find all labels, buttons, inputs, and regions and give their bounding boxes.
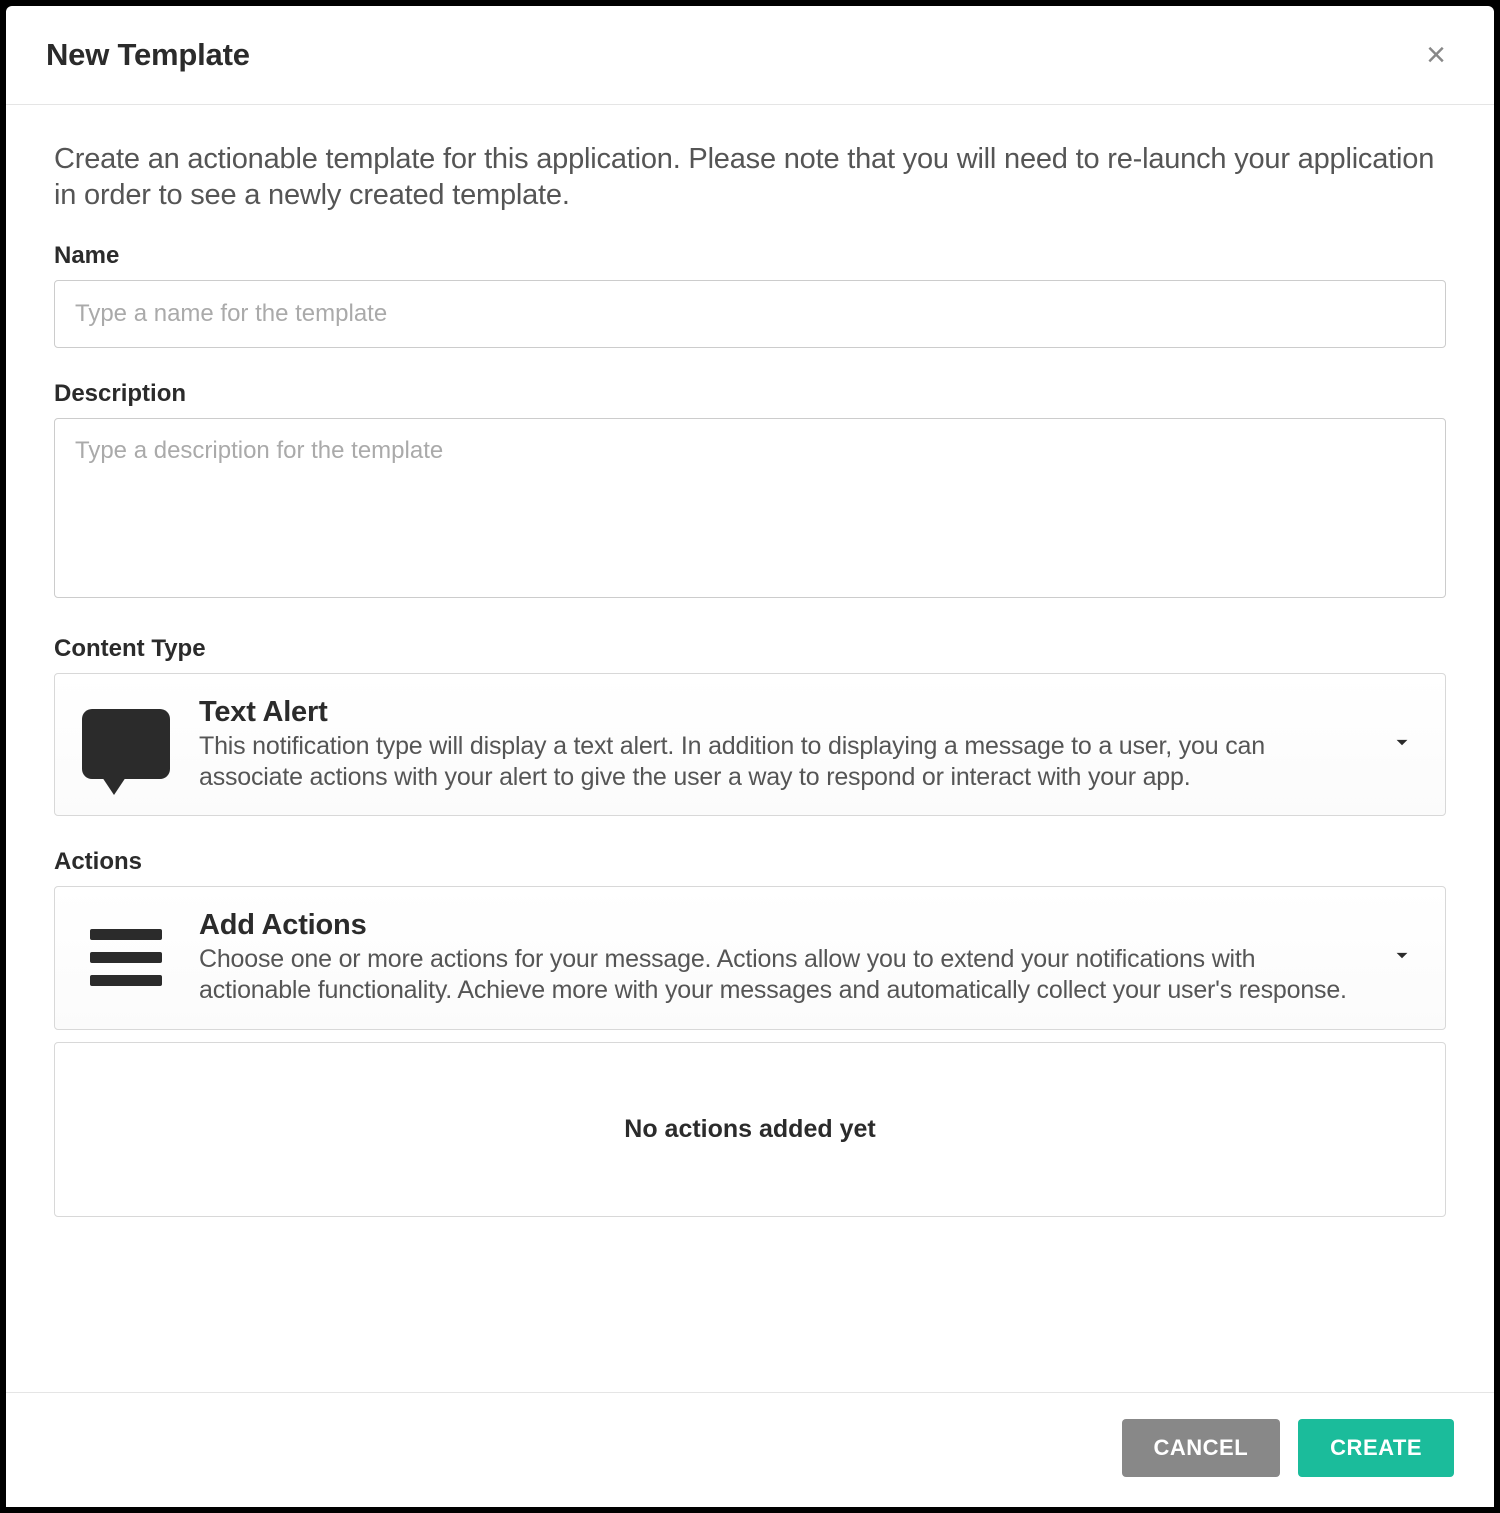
list-icon (81, 929, 171, 986)
modal-header: New Template × (6, 6, 1494, 105)
actions-label: Actions (54, 848, 1446, 876)
modal-title: New Template (46, 37, 250, 73)
description-input[interactable] (54, 418, 1446, 598)
add-actions-desc: Choose one or more actions for your mess… (199, 944, 1361, 1007)
chevron-down-icon (1389, 729, 1417, 760)
add-actions-select[interactable]: Add Actions Choose one or more actions f… (54, 886, 1446, 1030)
speech-bubble-icon (81, 709, 171, 779)
new-template-modal: New Template × Create an actionable temp… (6, 6, 1494, 1507)
create-button[interactable]: CREATE (1298, 1419, 1454, 1477)
description-label: Description (54, 380, 1446, 408)
chevron-down-icon (1389, 942, 1417, 973)
modal-body: Create an actionable template for this a… (6, 105, 1494, 1392)
actions-empty-state: No actions added yet (54, 1042, 1446, 1217)
content-type-title: Text Alert (199, 696, 1361, 729)
modal-footer: CANCEL CREATE (6, 1392, 1494, 1507)
add-actions-title: Add Actions (199, 909, 1361, 942)
intro-text: Create an actionable template for this a… (54, 141, 1446, 214)
cancel-button[interactable]: CANCEL (1122, 1419, 1281, 1477)
close-icon[interactable]: × (1418, 34, 1454, 76)
name-label: Name (54, 242, 1446, 270)
content-type-select[interactable]: Text Alert This notification type will d… (54, 673, 1446, 817)
name-input[interactable] (54, 280, 1446, 348)
content-type-desc: This notification type will display a te… (199, 731, 1361, 794)
content-type-label: Content Type (54, 635, 1446, 663)
